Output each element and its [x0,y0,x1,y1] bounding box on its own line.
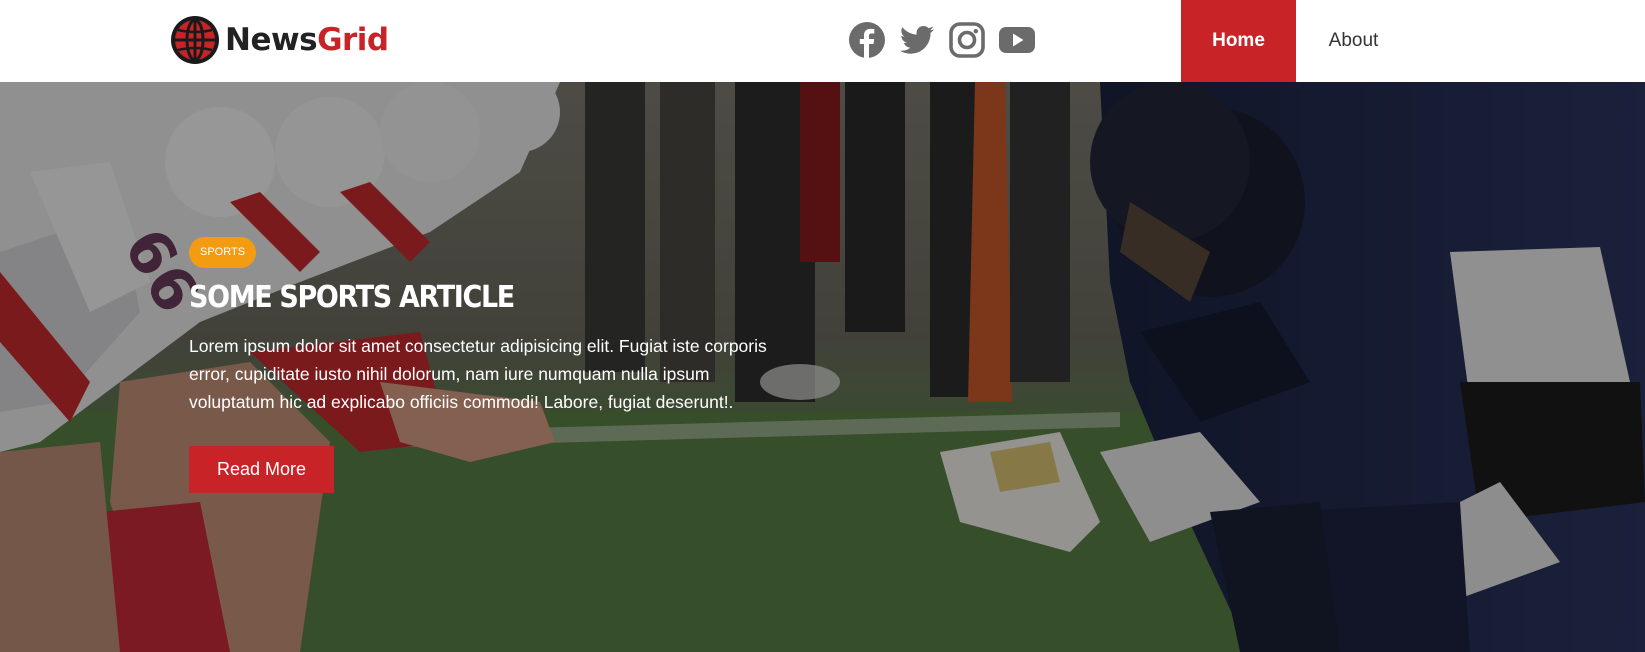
brand-name-part2: Grid [317,21,389,58]
article-title: SOME SPORTS ARTICLE [189,280,515,315]
hero-content: SPORTS SOME SPORTS ARTICLE Lorem ipsum d… [189,237,769,493]
social-links [848,20,1048,60]
hero-section: 66 SPORTS SOME SPORTS ARTICLE Lorem ipsu… [0,82,1645,652]
youtube-link[interactable] [998,21,1036,59]
facebook-link[interactable] [848,21,886,59]
nav-about[interactable]: About [1296,0,1411,82]
nav-home[interactable]: Home [1181,0,1296,82]
main-nav: Home About [1181,0,1411,82]
instagram-link[interactable] [948,21,986,59]
facebook-icon [849,22,885,58]
twitter-icon [899,26,934,54]
read-more-button[interactable]: Read More [189,446,335,493]
brand-name: NewsGrid [225,21,389,58]
youtube-icon [999,27,1035,53]
category-badge[interactable]: SPORTS [189,237,257,268]
navbar: NewsGrid Home About [0,0,1645,82]
twitter-link[interactable] [898,21,936,59]
brand-name-part1: News [225,21,318,58]
logo[interactable]: NewsGrid [170,14,389,66]
instagram-icon [949,22,985,58]
globe-icon [171,16,219,64]
article-excerpt: Lorem ipsum dolor sit amet consectetur a… [189,336,767,412]
